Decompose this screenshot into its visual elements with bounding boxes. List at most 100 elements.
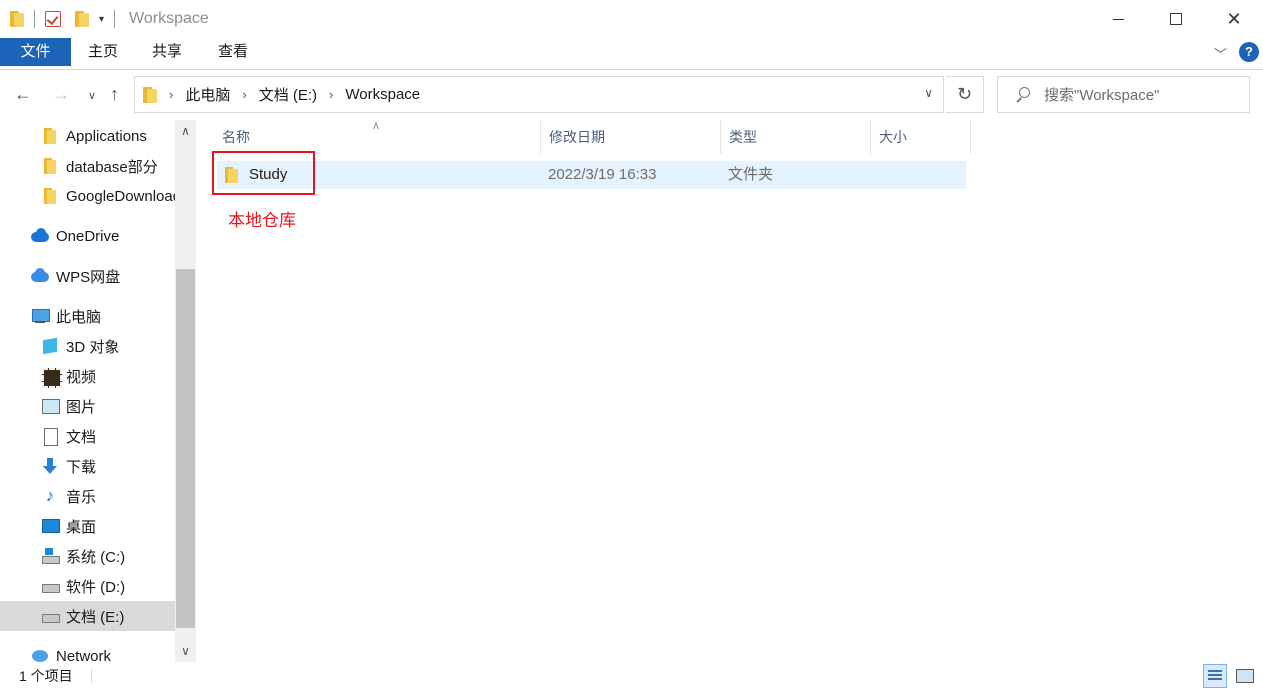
system-drive-icon [41,547,60,565]
back-arrow-icon[interactable]: ← [14,84,32,105]
sidebar-item-label: 下载 [66,458,97,476]
sidebar-item-label: 文档 (E:) [66,608,125,626]
tab-view[interactable]: 查看 [207,38,259,66]
sidebar-item-label: 文档 [66,428,97,446]
address-history-chevron-icon[interactable]: ∨ [924,86,933,100]
ribbon-tabs: 文件 主页 共享 查看 ﹀ ? [0,38,1263,70]
forward-arrow-icon[interactable]: → [52,84,70,105]
breadcrumb-chevron-icon[interactable]: › [242,87,246,102]
quick-access-toolbar: ▾ Workspace [0,0,209,38]
status-bar: 1 个项目 [0,662,1263,691]
sidebar-item-label: 桌面 [66,518,97,536]
downloads-icon [41,457,59,475]
this-pc-icon [31,307,50,325]
title-bar: ▾ Workspace ✕ [0,0,1263,38]
breadcrumb-drive-e[interactable]: 文档 (E:) [259,84,317,105]
sidebar-item-applications[interactable]: Applications [0,121,175,151]
new-folder-icon[interactable] [75,11,89,27]
minimize-icon [1112,18,1124,20]
navigation-pane: Applications database部分 GoogleDownload O… [0,120,196,665]
file-date: 2022/3/19 16:33 [548,166,657,183]
search-icon [1014,86,1030,103]
search-placeholder: 搜索"Workspace" [1044,87,1160,104]
sidebar-item-label: GoogleDownload [66,187,175,205]
sidebar-item-this-pc[interactable]: 此电脑 [0,301,175,331]
tab-home[interactable]: 主页 [78,38,128,66]
sidebar-item-drive-e[interactable]: 文档 (E:) [0,601,175,631]
sidebar-item-label: WPS网盘 [56,268,121,286]
sidebar-item-music[interactable]: ♪ 音乐 [0,481,175,511]
status-divider [91,668,92,684]
sidebar-item-label: 此电脑 [56,308,102,326]
drive-icon [41,607,60,625]
column-header-name[interactable]: 名称 [214,120,541,154]
maximize-icon [1170,13,1182,25]
breadcrumb-this-pc[interactable]: 此电脑 [185,84,230,105]
sidebar-item-drive-d[interactable]: 软件 (D:) [0,571,175,601]
sidebar-item-googledownload[interactable]: GoogleDownload [0,181,175,211]
sidebar-item-label: 3D 对象 [66,338,120,356]
help-icon[interactable]: ? [1239,42,1259,62]
search-input[interactable]: 搜索"Workspace" [997,76,1250,113]
folder-icon [10,11,24,27]
sidebar-item-label: Applications [66,127,147,145]
tab-share[interactable]: 共享 [142,38,192,66]
table-row[interactable]: Study 2022/3/19 16:33 文件夹 [217,161,966,189]
breadcrumb-chevron-icon[interactable]: › [169,87,173,102]
sidebar-item-videos[interactable]: 视频 [0,361,175,391]
folder-icon [143,86,157,103]
file-type: 文件夹 [728,166,774,183]
sidebar-scrollbar[interactable]: ∧ ∨ [175,120,196,662]
details-view-icon[interactable] [1203,664,1227,688]
expand-ribbon-chevron-icon[interactable]: ﹀ [1214,44,1227,63]
pictures-icon [41,397,60,415]
large-icons-view-icon[interactable] [1233,664,1257,688]
sidebar-item-label: 图片 [66,398,97,416]
column-header-date[interactable]: 修改日期 [541,120,721,154]
sidebar-item-documents[interactable]: 文档 [0,421,175,451]
sidebar-item-wps[interactable]: WPS网盘 [0,261,175,291]
minimize-button[interactable] [1089,0,1147,38]
column-header-size[interactable]: 大小 [871,120,971,154]
window-title: Workspace [129,10,209,27]
sidebar-item-3d-objects[interactable]: 3D 对象 [0,331,175,361]
sidebar-item-database[interactable]: database部分 [0,151,175,181]
onedrive-cloud-icon [31,227,49,245]
sidebar-item-downloads[interactable]: 下载 [0,451,175,481]
sidebar-item-label: 音乐 [66,488,97,506]
scroll-down-arrow-icon[interactable]: ∨ [175,640,196,662]
item-count: 1 个项目 [19,668,73,684]
music-icon: ♪ [45,486,55,505]
up-arrow-icon[interactable]: ↑ [110,84,119,105]
folder-icon [41,127,59,145]
breadcrumb-chevron-icon[interactable]: › [329,87,333,102]
sidebar-item-label: 软件 (D:) [66,578,126,596]
sidebar-item-pictures[interactable]: 图片 [0,391,175,421]
drive-icon [41,577,60,595]
breadcrumb-workspace[interactable]: Workspace [345,86,420,103]
sidebar-item-label: 视频 [66,368,97,386]
folder-icon [41,157,59,175]
annotation-label: 本地仓库 [228,211,296,230]
column-header-type[interactable]: 类型 [721,120,871,154]
scrollbar-thumb[interactable] [176,269,195,628]
refresh-button[interactable]: ↻ [946,76,984,113]
maximize-button[interactable] [1147,0,1205,38]
file-list: ∧ 名称 修改日期 类型 大小 Study 2022/3/19 16:33 文件… [196,120,1263,662]
wps-cloud-icon [31,267,49,285]
sidebar-item-drive-c[interactable]: 系统 (C:) [0,541,175,571]
tab-file[interactable]: 文件 [0,38,71,66]
close-icon: ✕ [1226,8,1242,30]
sidebar-item-onedrive[interactable]: OneDrive [0,221,175,251]
address-bar[interactable]: › 此电脑 › 文档 (E:) › Workspace ∨ [134,76,944,113]
customize-toolbar-dropdown-icon[interactable]: ▾ [99,14,104,25]
close-button[interactable]: ✕ [1205,0,1263,38]
scroll-up-arrow-icon[interactable]: ∧ [175,120,196,142]
annotation-highlight-box [212,151,315,195]
documents-icon [41,427,59,446]
sidebar-item-label: 系统 (C:) [66,548,126,566]
properties-icon[interactable] [45,11,61,27]
recent-locations-chevron-icon[interactable]: ∨ [88,89,96,102]
window-controls: ✕ [1089,0,1263,38]
sidebar-item-desktop[interactable]: 桌面 [0,511,175,541]
